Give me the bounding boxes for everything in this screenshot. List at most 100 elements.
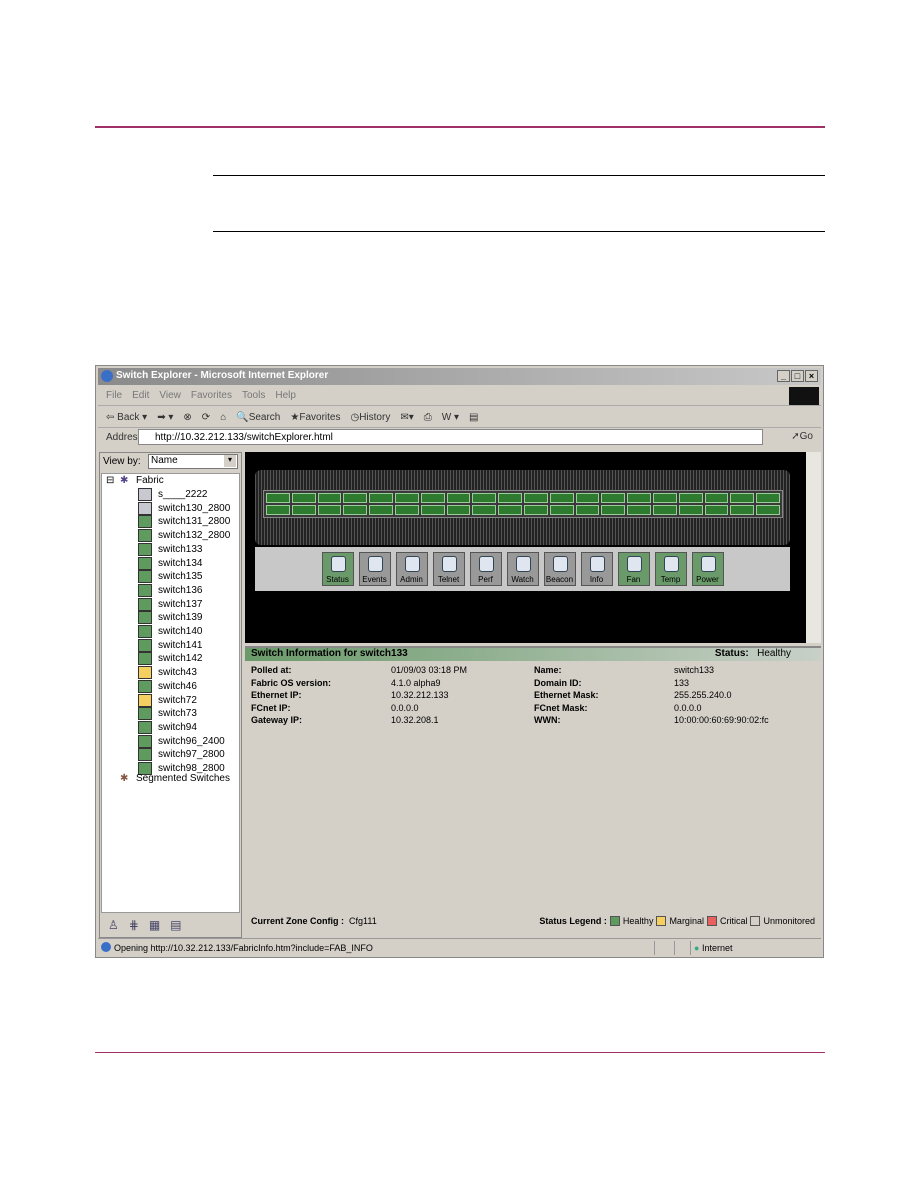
port[interactable] bbox=[756, 505, 780, 515]
search-button[interactable]: 🔍Search bbox=[236, 412, 280, 423]
port[interactable] bbox=[420, 505, 445, 515]
refresh-icon[interactable]: ⟳ bbox=[202, 412, 210, 423]
port[interactable] bbox=[756, 493, 780, 503]
beacon-icon bbox=[552, 556, 568, 572]
back-button[interactable]: ⇦ Back ▾ bbox=[106, 412, 147, 423]
perf-button[interactable]: Perf bbox=[469, 552, 502, 586]
menu-tools[interactable]: Tools bbox=[242, 390, 265, 401]
beacon-button[interactable]: Beacon bbox=[543, 552, 576, 586]
favorites-button[interactable]: ★Favorites bbox=[290, 412, 340, 423]
minimize-button[interactable]: _ bbox=[777, 370, 790, 382]
ie-page-icon bbox=[101, 942, 111, 952]
menu-view[interactable]: View bbox=[159, 390, 181, 401]
field-label: WWN: bbox=[534, 715, 561, 725]
note-top-rule bbox=[213, 175, 825, 176]
port[interactable] bbox=[704, 505, 729, 515]
stop-icon[interactable]: ⊗ bbox=[183, 412, 191, 423]
port[interactable] bbox=[369, 505, 393, 515]
port[interactable] bbox=[498, 505, 522, 515]
table-view-icon[interactable]: ▦ bbox=[149, 918, 160, 932]
port[interactable] bbox=[317, 505, 342, 515]
power-icon bbox=[700, 556, 716, 572]
port[interactable] bbox=[523, 505, 548, 515]
perf-icon bbox=[478, 556, 494, 572]
close-button[interactable]: × bbox=[805, 370, 818, 382]
temp-button[interactable]: Temp bbox=[654, 552, 687, 586]
forward-button[interactable]: ➡ ▾ bbox=[157, 412, 173, 423]
legend-swatch bbox=[750, 916, 761, 926]
port[interactable] bbox=[446, 493, 471, 503]
view-by-select[interactable]: Name ▾ bbox=[148, 454, 238, 469]
port[interactable] bbox=[549, 493, 574, 503]
ie-icon bbox=[101, 370, 113, 382]
print-icon[interactable]: ⎙ bbox=[424, 412, 432, 423]
menu-favorites[interactable]: Favorites bbox=[191, 390, 232, 401]
port[interactable] bbox=[601, 493, 626, 503]
telnet-button[interactable]: Telnet bbox=[432, 552, 465, 586]
port[interactable] bbox=[730, 505, 755, 515]
port[interactable] bbox=[730, 493, 755, 503]
tree-view-icon[interactable]: ⋕ bbox=[129, 918, 139, 932]
port[interactable] bbox=[394, 505, 419, 515]
chevron-down-icon: ▾ bbox=[224, 455, 236, 467]
menu-file[interactable]: File bbox=[106, 390, 122, 401]
watch-button[interactable]: Watch bbox=[506, 552, 539, 586]
port[interactable] bbox=[652, 493, 677, 503]
port[interactable] bbox=[627, 505, 651, 515]
port[interactable] bbox=[652, 505, 677, 515]
address-bar: Address ➚Go bbox=[98, 428, 821, 447]
fan-button[interactable]: Fan bbox=[617, 552, 650, 586]
port[interactable] bbox=[266, 505, 290, 515]
switch-icon bbox=[138, 652, 152, 666]
field-value: 10.32.212.133 bbox=[391, 690, 449, 700]
switch-icon bbox=[138, 529, 152, 543]
port[interactable] bbox=[575, 493, 600, 503]
address-input[interactable] bbox=[138, 429, 763, 445]
status-button[interactable]: Status bbox=[321, 552, 354, 586]
user-icon[interactable]: ♙ bbox=[108, 918, 119, 932]
port[interactable] bbox=[678, 493, 703, 503]
port[interactable] bbox=[343, 505, 368, 515]
port[interactable] bbox=[446, 505, 471, 515]
port[interactable] bbox=[472, 493, 497, 503]
power-button[interactable]: Power bbox=[691, 552, 724, 586]
port[interactable] bbox=[317, 493, 342, 503]
menu-edit[interactable]: Edit bbox=[132, 390, 149, 401]
switch-view: Status Events Admin Telnet Perf Watch Beacon In… bbox=[245, 452, 821, 643]
port[interactable] bbox=[291, 493, 316, 503]
history-button[interactable]: ◷History bbox=[350, 412, 390, 423]
admin-icon bbox=[404, 556, 420, 572]
port[interactable] bbox=[266, 493, 290, 503]
go-button[interactable]: ➚Go bbox=[791, 431, 813, 442]
port[interactable] bbox=[549, 505, 574, 515]
menu-help[interactable]: Help bbox=[275, 390, 296, 401]
watch-icon bbox=[515, 556, 531, 572]
port[interactable] bbox=[704, 493, 729, 503]
port[interactable] bbox=[343, 493, 368, 503]
port[interactable] bbox=[291, 505, 316, 515]
port[interactable] bbox=[472, 505, 497, 515]
port[interactable] bbox=[369, 493, 393, 503]
mail-icon[interactable]: ✉▾ bbox=[400, 412, 413, 423]
home-icon[interactable]: ⌂ bbox=[220, 412, 226, 423]
discuss-icon[interactable]: ▤ bbox=[469, 412, 478, 423]
port[interactable] bbox=[678, 505, 703, 515]
windows-logo bbox=[789, 387, 819, 405]
port[interactable] bbox=[394, 493, 419, 503]
events-button[interactable]: Events bbox=[358, 552, 391, 586]
field-label: Fabric OS version: bbox=[251, 677, 332, 688]
admin-button[interactable]: Admin bbox=[395, 552, 428, 586]
field-value: switch133 bbox=[674, 665, 715, 675]
port[interactable] bbox=[523, 493, 548, 503]
port[interactable] bbox=[601, 505, 626, 515]
info-button[interactable]: Info bbox=[580, 552, 613, 586]
port[interactable] bbox=[420, 493, 445, 503]
port[interactable] bbox=[627, 493, 651, 503]
vertical-scrollbar[interactable] bbox=[806, 452, 821, 643]
edit-icon[interactable]: W ▾ bbox=[442, 412, 459, 423]
maximize-button[interactable]: □ bbox=[791, 370, 804, 382]
detail-view-icon[interactable]: ▤ bbox=[170, 918, 181, 932]
port[interactable] bbox=[498, 493, 522, 503]
switch-icon bbox=[138, 638, 152, 652]
port[interactable] bbox=[575, 505, 600, 515]
